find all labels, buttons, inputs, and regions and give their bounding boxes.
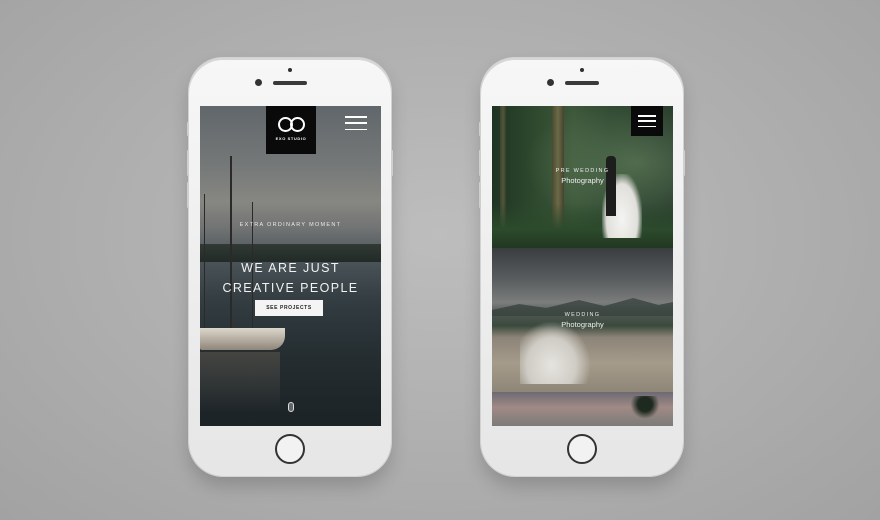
infinity-rings-icon: [277, 116, 305, 132]
earpiece-speaker: [565, 81, 599, 85]
volume-up-button: [187, 150, 189, 176]
proximity-sensor: [580, 68, 584, 72]
ship-hull: [200, 328, 285, 350]
tile-caption-big: Photography: [561, 320, 604, 329]
service-tile-next[interactable]: [492, 392, 673, 426]
tile-caption: WEDDING Photography: [492, 312, 673, 329]
hero-headline-line2: CREATIVE PEOPLE: [222, 281, 359, 295]
front-camera: [255, 79, 262, 86]
brand-logo-text: EXO STUDIO: [275, 135, 307, 141]
hamburger-menu-icon[interactable]: [631, 106, 663, 136]
proximity-sensor: [288, 68, 292, 72]
power-button: [391, 150, 393, 176]
groom-suit: [606, 156, 616, 216]
home-button: [275, 434, 305, 464]
ship-reflection: [200, 352, 280, 412]
home-button: [567, 434, 597, 464]
hero-headline-line1: WE ARE JUST: [241, 261, 340, 275]
hero-tagline: EXTRA ORDINARY MOMENT: [239, 222, 342, 228]
tile-caption-small: WEDDING: [564, 312, 601, 318]
scroll-mouse-icon[interactable]: [287, 402, 294, 412]
phone-left: EXO STUDIO EXTRA ORDINARY MOMENT WE ARE …: [187, 58, 393, 476]
hero-headline: WE ARE JUST CREATIVE PEOPLE: [200, 258, 381, 298]
volume-up-button: [479, 150, 481, 176]
volume-down-button: [479, 182, 481, 208]
bride-gown: [520, 322, 590, 384]
palm-tree: [631, 396, 659, 424]
tile-caption-small: PRE WEDDING: [555, 168, 610, 174]
ship-mast-main: [230, 156, 232, 331]
mute-switch: [479, 122, 481, 136]
screen-services: PRE WEDDING Photography WEDDING Photogra…: [492, 106, 673, 426]
see-projects-button[interactable]: SEE PROJECTS: [255, 300, 323, 316]
brand-logo[interactable]: EXO STUDIO: [266, 106, 316, 154]
front-camera: [547, 79, 554, 86]
earpiece-speaker: [273, 81, 307, 85]
forest-foliage: [492, 203, 673, 248]
phone-right: PRE WEDDING Photography WEDDING Photogra…: [479, 58, 685, 476]
screen-home: EXO STUDIO EXTRA ORDINARY MOMENT WE ARE …: [200, 106, 381, 426]
tile-caption: PRE WEDDING Photography: [492, 168, 673, 185]
mute-switch: [187, 122, 189, 136]
tile-caption-big: Photography: [561, 176, 604, 185]
service-tile-wedding[interactable]: WEDDING Photography: [492, 248, 673, 392]
volume-down-button: [187, 182, 189, 208]
power-button: [683, 150, 685, 176]
hamburger-menu-icon[interactable]: [345, 116, 367, 130]
